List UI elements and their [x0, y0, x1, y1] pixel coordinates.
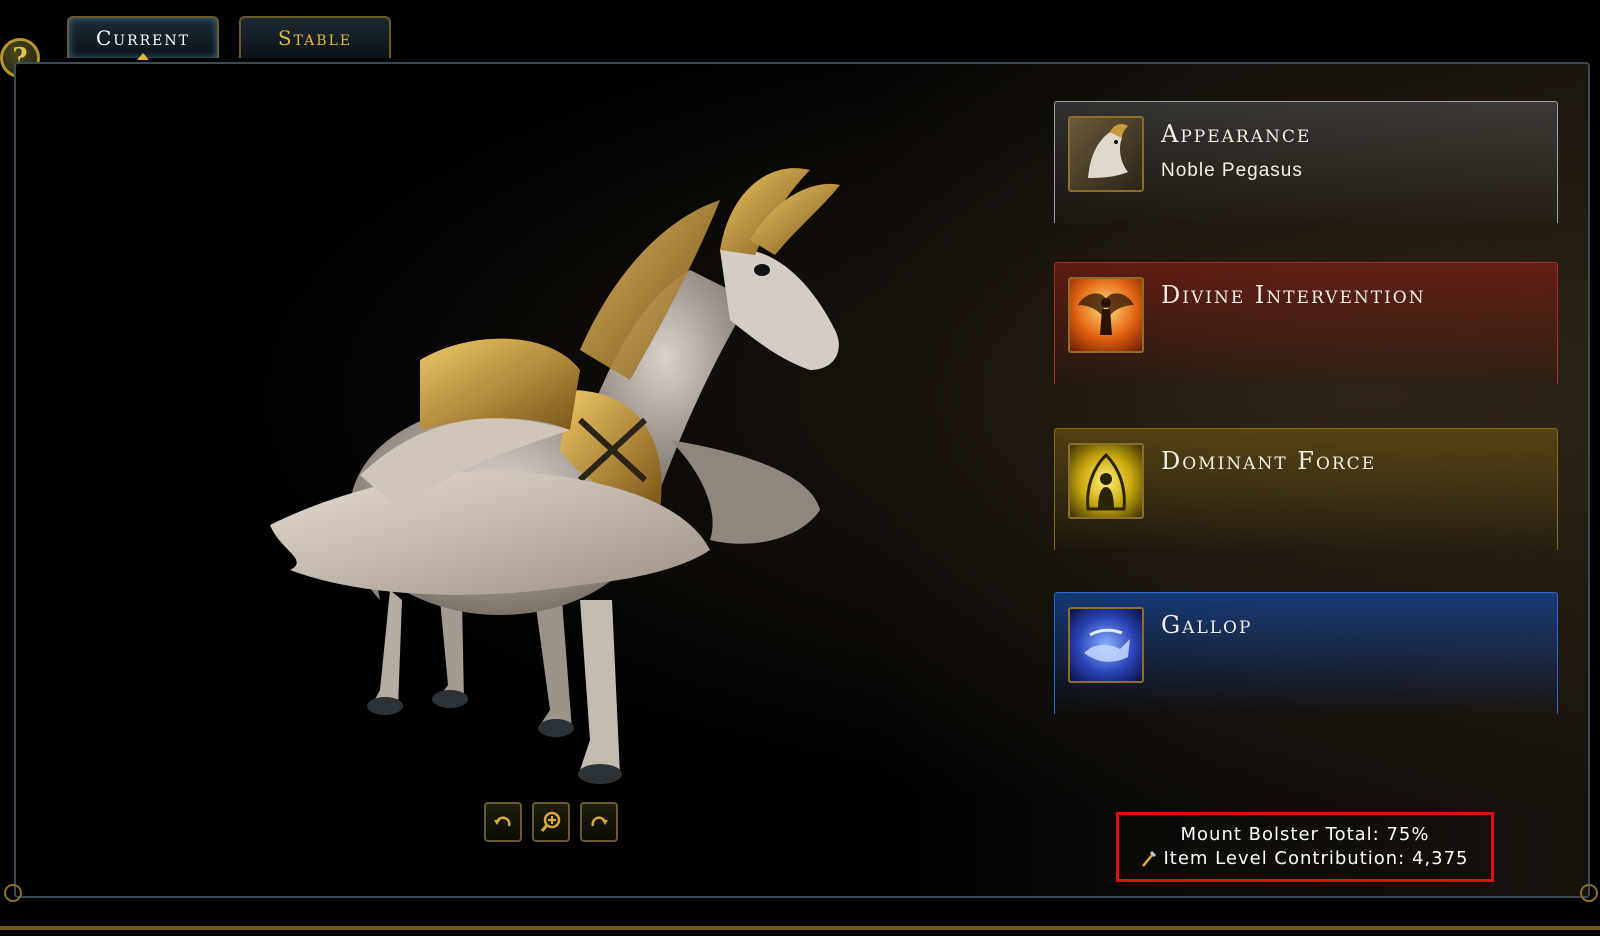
dominant-force-panel[interactable]: Dominant Force: [1054, 428, 1558, 550]
corner-ornament-icon: [4, 884, 22, 902]
divine-intervention-icon: [1068, 277, 1144, 353]
mount-stats-box: Mount Bolster Total: 75% Item Level Cont…: [1116, 812, 1494, 882]
appearance-icon: [1068, 116, 1144, 192]
rotate-left-icon: [494, 816, 511, 827]
gallop-icon: [1068, 607, 1144, 683]
appearance-title: Appearance: [1161, 120, 1312, 148]
appearance-panel[interactable]: Appearance Noble Pegasus: [1054, 101, 1558, 223]
tab-current[interactable]: Current: [67, 16, 219, 60]
zoom-in-button[interactable]: [532, 802, 570, 842]
pegasus-model-icon: [270, 168, 840, 784]
zoom-in-icon: [540, 811, 561, 832]
rotate-right-button[interactable]: [580, 802, 618, 842]
item-level-text: Item Level Contribution: 4,375: [1163, 848, 1469, 869]
divine-intervention-title: Divine Intervention: [1161, 281, 1426, 309]
appearance-subtitle: Noble Pegasus: [1161, 160, 1303, 181]
item-level-row: Item Level Contribution: 4,375: [1141, 847, 1468, 871]
active-tab-indicator-icon: [137, 53, 149, 60]
mount-preview[interactable]: [250, 130, 870, 810]
rotate-right-icon: [591, 816, 608, 827]
divine-intervention-panel[interactable]: Divine Intervention: [1054, 262, 1558, 384]
tab-current-label: Current: [96, 26, 190, 50]
rotate-left-button[interactable]: [484, 802, 522, 842]
item-level-icon: [1142, 850, 1157, 867]
tab-stable[interactable]: Stable: [239, 16, 391, 58]
dominant-force-title: Dominant Force: [1161, 447, 1377, 475]
view-controls: [484, 802, 618, 842]
tab-bar: Current Stable: [67, 16, 391, 60]
tab-stable-label: Stable: [277, 26, 353, 50]
bolster-total-text: Mount Bolster Total: 75%: [1180, 824, 1430, 845]
dominant-force-icon: [1068, 443, 1144, 519]
bottom-divider: [0, 926, 1600, 930]
corner-ornament-icon: [1580, 884, 1598, 902]
gallop-panel[interactable]: Gallop: [1054, 592, 1558, 714]
bolster-row: Mount Bolster Total: 75%: [1181, 823, 1430, 847]
gallop-title: Gallop: [1161, 611, 1253, 639]
